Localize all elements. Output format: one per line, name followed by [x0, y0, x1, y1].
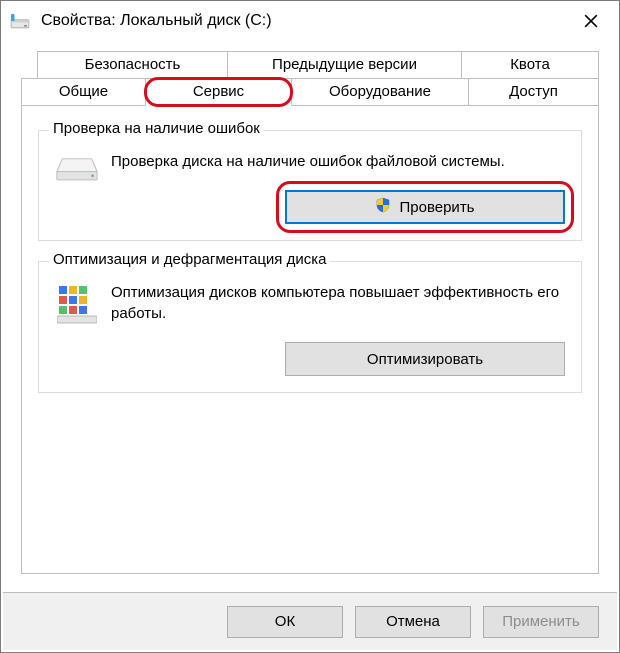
optimize-desc: Оптимизация дисков компьютера повышает э… [111, 282, 565, 324]
error-checking-desc: Проверка диска на наличие ошибок файлово… [111, 151, 565, 172]
drive-icon [9, 10, 31, 32]
optimize-button[interactable]: Оптимизировать [285, 342, 565, 376]
check-button[interactable]: Проверить [285, 190, 565, 224]
tab-previous-versions[interactable]: Предыдущие версии [227, 51, 461, 78]
tab-general[interactable]: Общие [21, 78, 145, 106]
tab-security[interactable]: Безопасность [37, 51, 227, 78]
tab-sharing[interactable]: Доступ [468, 78, 599, 106]
uac-shield-icon [375, 197, 391, 217]
tab-panel-tools: Проверка на наличие ошибок Проверка диск… [21, 106, 599, 574]
cancel-button[interactable]: Отмена [355, 606, 471, 638]
close-button[interactable] [569, 6, 613, 36]
defrag-icon [55, 284, 99, 324]
tab-quota[interactable]: Квота [461, 51, 599, 78]
apply-button[interactable]: Применить [483, 606, 599, 638]
group-optimize: Оптимизация и дефрагментация диска [38, 261, 582, 393]
window-title: Свойства: Локальный диск (C:) [41, 12, 569, 30]
group-error-checking-legend: Проверка на наличие ошибок [49, 120, 264, 137]
optimize-button-label: Оптимизировать [367, 351, 483, 368]
hard-drive-icon [55, 153, 99, 183]
group-optimize-legend: Оптимизация и дефрагментация диска [49, 251, 330, 268]
properties-window: Свойства: Локальный диск (C:) Безопаснос… [0, 0, 620, 653]
ok-button[interactable]: ОК [227, 606, 343, 638]
title-bar: Свойства: Локальный диск (C:) [1, 1, 619, 41]
tab-tools[interactable]: Сервис [145, 78, 292, 106]
group-error-checking: Проверка на наличие ошибок Проверка диск… [38, 130, 582, 241]
tab-hardware[interactable]: Оборудование [292, 78, 468, 106]
dialog-button-bar: ОК Отмена Применить [3, 592, 617, 650]
tab-strip: Безопасность Предыдущие версии Квота Общ… [21, 51, 599, 106]
check-button-label: Проверить [399, 199, 474, 216]
